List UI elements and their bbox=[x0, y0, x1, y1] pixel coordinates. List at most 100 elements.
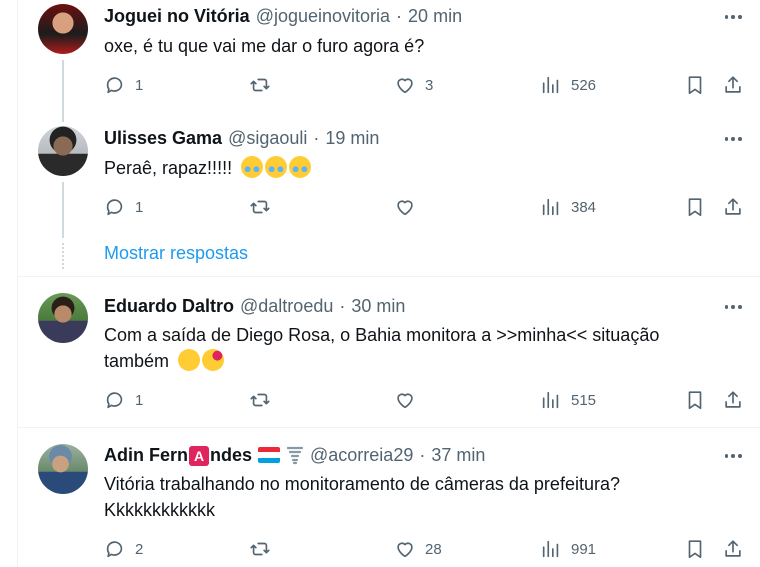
retweet-icon bbox=[250, 200, 270, 214]
like-button[interactable]: 28 bbox=[394, 537, 442, 561]
views-button[interactable]: 515 bbox=[540, 388, 596, 412]
tweet-header: Ulisses Gama @sigaouli · 19 min bbox=[104, 127, 379, 149]
display-name[interactable]: Adin Fern Andes bbox=[104, 445, 252, 466]
bookmark-icon bbox=[688, 76, 702, 95]
tears-of-joy-emoji bbox=[289, 156, 312, 178]
like-button[interactable]: 3 bbox=[394, 73, 433, 97]
display-name[interactable]: Joguei no Vitória bbox=[104, 6, 250, 27]
heart-icon bbox=[397, 393, 413, 409]
tweet-text: Vitória trabalhando no monitoramento de … bbox=[104, 471, 724, 523]
share-icon bbox=[725, 540, 741, 557]
views-count: 515 bbox=[571, 391, 597, 409]
avatar[interactable] bbox=[38, 126, 88, 176]
share-icon bbox=[725, 198, 741, 215]
views-count: 526 bbox=[571, 76, 597, 94]
reply-button[interactable]: 1 bbox=[104, 388, 143, 412]
like-button[interactable] bbox=[394, 388, 416, 412]
views-icon bbox=[542, 198, 559, 216]
tweet-sigaouli[interactable]: Ulisses Gama @sigaouli · 19 min Peraê, r… bbox=[18, 120, 760, 240]
timestamp[interactable]: 37 min bbox=[431, 445, 485, 466]
timestamp[interactable]: 30 min bbox=[351, 296, 405, 317]
user-handle[interactable]: @daltroedu bbox=[240, 296, 333, 317]
reply-icon bbox=[106, 77, 123, 94]
tornado-icon bbox=[286, 446, 304, 465]
separator-dot: · bbox=[396, 5, 403, 26]
share-icon bbox=[725, 76, 741, 93]
avatar[interactable] bbox=[38, 444, 88, 494]
reply-icon bbox=[106, 541, 123, 558]
bookmark-icon bbox=[688, 198, 702, 217]
avatar[interactable] bbox=[38, 293, 88, 343]
reply-count: 2 bbox=[135, 540, 144, 558]
tears-of-joy-emoji bbox=[241, 156, 264, 178]
reply-button[interactable]: 2 bbox=[104, 537, 143, 561]
retweet-button[interactable] bbox=[249, 73, 271, 97]
separator-dot: · bbox=[339, 295, 346, 316]
display-name[interactable]: Ulisses Gama bbox=[104, 128, 222, 149]
user-handle[interactable]: @jogueinovitoria bbox=[256, 6, 390, 27]
bookmark-button[interactable] bbox=[684, 537, 706, 561]
reply-icon bbox=[106, 392, 123, 409]
heart-icon bbox=[397, 200, 413, 216]
retweet-button[interactable] bbox=[249, 537, 271, 561]
separator-dot: · bbox=[313, 127, 320, 148]
user-handle[interactable]: @sigaouli bbox=[228, 128, 307, 149]
share-button[interactable] bbox=[722, 537, 744, 561]
display-name-part: Adin Fern bbox=[104, 444, 188, 465]
reply-button[interactable]: 1 bbox=[104, 195, 143, 219]
bookmark-icon bbox=[688, 540, 702, 559]
pensive-face-emoji bbox=[178, 349, 201, 371]
tweet-header: Joguei no Vitória @jogueinovitoria · 20 … bbox=[104, 5, 462, 27]
partying-face-emoji bbox=[202, 349, 225, 371]
replies-feed: Joguei no Vitória @jogueinovitoria · 20 … bbox=[17, 0, 760, 567]
user-handle[interactable]: @acorreia29 bbox=[310, 445, 413, 466]
timestamp[interactable]: 20 min bbox=[408, 6, 462, 27]
separator-dot: · bbox=[419, 444, 426, 465]
more-icon[interactable] bbox=[723, 446, 743, 466]
retweet-button[interactable] bbox=[249, 195, 271, 219]
thread-connector bbox=[62, 60, 64, 122]
views-icon bbox=[542, 391, 559, 409]
share-button[interactable] bbox=[722, 388, 744, 412]
tweet-acorreia29[interactable]: Adin Fern Andes @acorreia29 · 37 min Vitó… bbox=[18, 428, 760, 567]
like-button[interactable] bbox=[394, 195, 416, 219]
bookmark-button[interactable] bbox=[684, 195, 706, 219]
views-count: 991 bbox=[571, 540, 597, 558]
tweet-text-line: Com a saída de Diego Rosa, o Bahia monit… bbox=[104, 325, 660, 345]
more-icon[interactable] bbox=[723, 297, 743, 317]
tweet-text-line: Kkkkkkkkkkkk bbox=[104, 500, 216, 520]
heart-icon bbox=[397, 542, 413, 558]
views-icon bbox=[542, 540, 559, 558]
thread-more-indicator bbox=[62, 243, 64, 269]
tweet-actions: 1 384 bbox=[104, 195, 754, 219]
tweet-text: Com a saída de Diego Rosa, o Bahia monit… bbox=[104, 322, 724, 374]
avatar[interactable] bbox=[38, 4, 88, 54]
reply-count: 1 bbox=[135, 198, 144, 216]
like-count: 28 bbox=[425, 540, 442, 558]
views-button[interactable]: 384 bbox=[540, 195, 596, 219]
retweet-icon bbox=[250, 393, 270, 407]
timestamp[interactable]: 19 min bbox=[325, 128, 379, 149]
reply-count: 1 bbox=[135, 391, 144, 409]
more-icon[interactable] bbox=[723, 7, 743, 27]
share-button[interactable] bbox=[722, 195, 744, 219]
views-button[interactable]: 526 bbox=[540, 73, 596, 97]
bookmark-button[interactable] bbox=[684, 388, 706, 412]
display-name[interactable]: Eduardo Daltro bbox=[104, 296, 234, 317]
tweet-text-content: Peraê, rapaz!!!!! bbox=[104, 158, 233, 178]
show-replies-link[interactable]: Mostrar respostas bbox=[104, 243, 248, 264]
reply-button[interactable]: 1 bbox=[104, 73, 143, 97]
retweet-button[interactable] bbox=[249, 388, 271, 412]
tweet-jogueinovitoria[interactable]: Joguei no Vitória @jogueinovitoria · 20 … bbox=[18, 0, 760, 122]
more-icon[interactable] bbox=[723, 129, 743, 149]
share-button[interactable] bbox=[722, 73, 744, 97]
thread-connector bbox=[62, 182, 64, 238]
views-count: 384 bbox=[571, 198, 597, 216]
views-button[interactable]: 991 bbox=[540, 537, 596, 561]
views-icon bbox=[542, 76, 559, 94]
tweet-daltroedu[interactable]: Eduardo Daltro @daltroedu · 30 min Com a… bbox=[18, 277, 760, 427]
tweet-actions: 1 515 bbox=[104, 388, 754, 412]
bookmark-button[interactable] bbox=[684, 73, 706, 97]
tweet-text: Peraê, rapaz!!!!! bbox=[104, 155, 724, 181]
luxembourg-flag-icon bbox=[258, 447, 281, 463]
